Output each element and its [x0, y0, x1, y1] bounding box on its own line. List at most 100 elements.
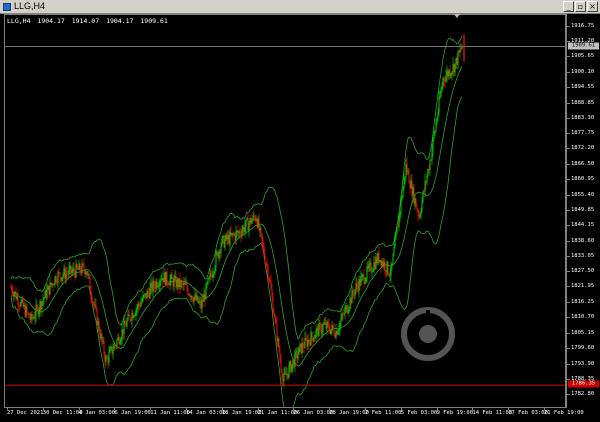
candle: [450, 72, 452, 79]
candle: [344, 304, 346, 320]
chart-plot-area[interactable]: [4, 14, 566, 408]
candle: [360, 270, 362, 287]
candle-body: [293, 359, 295, 367]
candle-body: [148, 293, 150, 299]
candle: [415, 198, 417, 208]
candle-body: [117, 336, 119, 340]
candle: [43, 296, 45, 306]
restore-button[interactable]: ▫: [575, 1, 586, 12]
candle-body: [160, 279, 162, 282]
candle-body: [111, 346, 113, 354]
candle: [177, 277, 179, 294]
candle-body: [348, 308, 350, 312]
candle-body: [255, 219, 257, 221]
candle: [442, 76, 444, 90]
candlestick-chart[interactable]: [5, 15, 565, 407]
candle-body: [32, 317, 34, 319]
candle: [36, 300, 38, 311]
price-tick: [567, 86, 570, 88]
candle: [276, 316, 278, 348]
candle: [297, 347, 299, 363]
candle-body: [413, 187, 415, 204]
time-axis[interactable]: 27 Dec 2021 30 Dec 11:00 4 Jan 03:00 6 Jan …: [4, 408, 584, 422]
candle: [191, 295, 193, 301]
ohlc-low: 1904.17: [106, 17, 134, 25]
minimize-button[interactable]: _: [563, 1, 574, 12]
candle-body: [135, 309, 137, 315]
candle-body: [177, 279, 179, 288]
candle-body: [60, 277, 62, 281]
time-label: 14 Jan 03:00: [186, 410, 226, 416]
candle: [256, 217, 258, 229]
candle: [78, 260, 80, 271]
candle-body: [412, 187, 414, 196]
candle-body: [423, 191, 425, 193]
candle-body: [343, 313, 345, 315]
candle-body: [205, 284, 207, 300]
price-tick: [567, 302, 570, 304]
candle: [336, 329, 338, 336]
candle-body: [116, 339, 118, 346]
candle: [124, 314, 126, 326]
candle-body: [174, 276, 176, 279]
candle-body: [181, 281, 183, 283]
candle-body: [125, 325, 127, 327]
candle-body: [427, 168, 429, 176]
candle: [383, 257, 385, 271]
candle: [118, 333, 120, 348]
candle-body: [375, 257, 377, 269]
candle: [231, 232, 233, 238]
candle-body: [397, 226, 399, 228]
candle: [99, 325, 101, 343]
title-bar[interactable]: LLG,H4 _ ▫ ×: [0, 0, 600, 14]
price-axis[interactable]: 1916.751911.201905.651900.101894.551888.…: [566, 14, 600, 408]
candle-body: [187, 289, 189, 295]
candle-body: [294, 352, 296, 367]
price-tick: [567, 148, 570, 150]
candle-body: [264, 255, 266, 264]
candle-body: [151, 282, 153, 292]
candle: [147, 288, 149, 297]
candle-body: [435, 123, 437, 131]
candle: [268, 277, 270, 284]
candle-body: [335, 330, 337, 338]
candle-body: [31, 314, 33, 319]
price-label: 1872.20: [571, 145, 595, 152]
candle: [200, 296, 202, 313]
candle: [433, 130, 435, 142]
price-tick: [567, 394, 570, 395]
close-button[interactable]: ×: [587, 1, 598, 12]
candle-body: [127, 314, 129, 321]
candle: [385, 270, 387, 279]
candle: [35, 298, 37, 323]
candle-body: [284, 372, 286, 374]
candle: [367, 261, 369, 273]
candle-body: [225, 234, 227, 240]
candle: [69, 261, 71, 275]
candle-body: [76, 264, 78, 269]
candle: [386, 260, 388, 277]
candle-body: [317, 327, 319, 337]
candle-body: [357, 286, 359, 292]
candle: [26, 303, 28, 318]
candle: [258, 213, 260, 233]
candle-body: [47, 285, 49, 290]
chart-shift-marker-icon[interactable]: [454, 14, 460, 18]
candle-body: [367, 266, 369, 269]
candle: [277, 336, 279, 348]
candle: [162, 278, 164, 288]
ohlc-high: 1914.07: [71, 17, 100, 25]
candle-body: [212, 273, 214, 278]
candle: [196, 291, 198, 302]
price-label: 1866.50: [571, 161, 595, 168]
candle: [264, 248, 266, 265]
candle-body: [277, 338, 279, 342]
candle: [453, 63, 455, 77]
candle-body: [192, 299, 194, 302]
candle: [221, 236, 223, 247]
candle: [285, 365, 287, 376]
candle-body: [254, 217, 256, 221]
candle: [138, 301, 140, 311]
candle: [13, 291, 15, 302]
candle: [45, 285, 47, 304]
